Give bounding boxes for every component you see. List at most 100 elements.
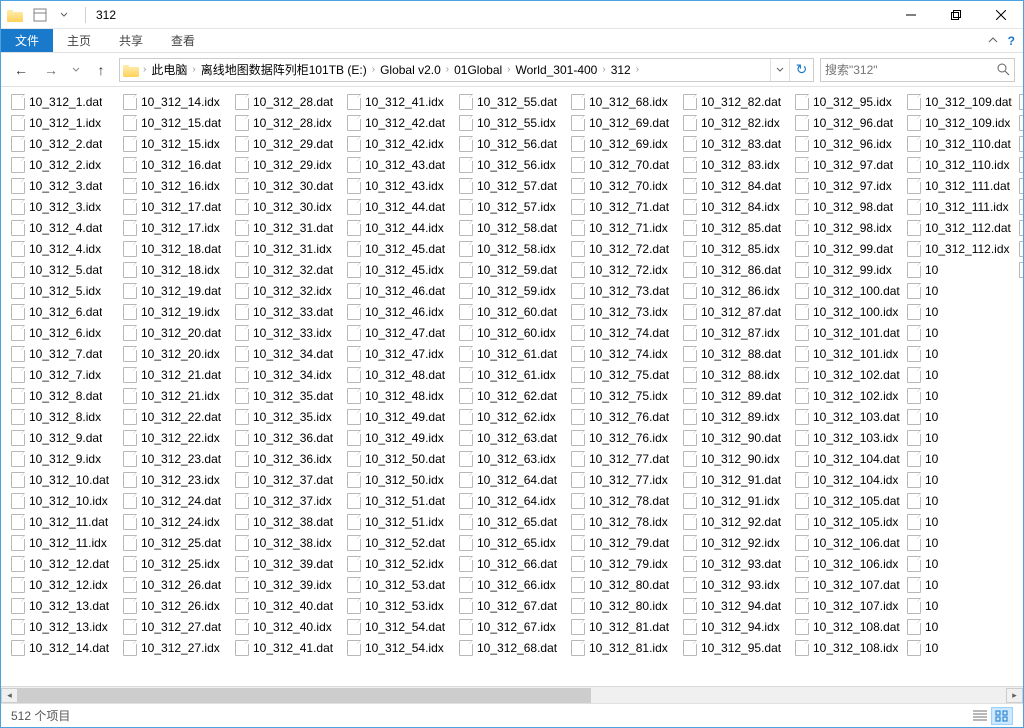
file-item[interactable]: 10_312_4.dat: [9, 217, 121, 238]
file-item[interactable]: 10_312_24.dat: [121, 490, 233, 511]
file-item[interactable]: 10_312_98.dat: [793, 196, 905, 217]
file-item[interactable]: 10: [905, 511, 1017, 532]
file-item[interactable]: 10_312_56.idx: [457, 154, 569, 175]
file-item[interactable]: 10_312_67.dat: [457, 595, 569, 616]
file-item[interactable]: 10_312_85.idx: [681, 238, 793, 259]
close-button[interactable]: [978, 1, 1023, 29]
file-item[interactable]: 10_312_82.idx: [681, 112, 793, 133]
file-item[interactable]: 10_312_51.dat: [345, 490, 457, 511]
file-item[interactable]: 10_312_21.dat: [121, 364, 233, 385]
search-input[interactable]: [825, 63, 997, 77]
file-item[interactable]: 10_312_19.dat: [121, 280, 233, 301]
file-item[interactable]: 10_312_2.idx: [9, 154, 121, 175]
file-item[interactable]: 10: [1017, 217, 1023, 238]
file-item[interactable]: 10_312_6.idx: [9, 322, 121, 343]
file-item[interactable]: 10_312_92.dat: [681, 511, 793, 532]
file-item[interactable]: 10_312_16.dat: [121, 154, 233, 175]
file-item[interactable]: 10_312_66.idx: [457, 574, 569, 595]
file-item[interactable]: 10_312_29.idx: [233, 154, 345, 175]
file-item[interactable]: 10_312_102.idx: [793, 385, 905, 406]
file-item[interactable]: 10_312_71.idx: [569, 217, 681, 238]
file-item[interactable]: 10_312_18.idx: [121, 259, 233, 280]
search-box[interactable]: [820, 58, 1015, 82]
file-item[interactable]: 10_312_20.idx: [121, 343, 233, 364]
file-item[interactable]: 10_312_1.dat: [9, 91, 121, 112]
file-item[interactable]: 10: [905, 322, 1017, 343]
file-item[interactable]: 10_312_30.idx: [233, 196, 345, 217]
file-item[interactable]: 10_312_81.dat: [569, 616, 681, 637]
file-item[interactable]: 10_312_43.idx: [345, 175, 457, 196]
file-item[interactable]: 10_312_40.dat: [233, 595, 345, 616]
file-item[interactable]: 10: [905, 616, 1017, 637]
file-item[interactable]: 10_312_104.idx: [793, 469, 905, 490]
file-item[interactable]: 10_312_103.dat: [793, 406, 905, 427]
file-item[interactable]: 10_312_80.dat: [569, 574, 681, 595]
file-item[interactable]: 10_312_100.dat: [793, 280, 905, 301]
file-item[interactable]: 10: [905, 595, 1017, 616]
file-item[interactable]: 10: [1017, 133, 1023, 154]
file-item[interactable]: 10_312_25.dat: [121, 532, 233, 553]
file-item[interactable]: 10_312_64.idx: [457, 490, 569, 511]
file-item[interactable]: 10: [905, 553, 1017, 574]
file-item[interactable]: 10_312_14.dat: [9, 637, 121, 658]
file-item[interactable]: 10_312_23.dat: [121, 448, 233, 469]
file-item[interactable]: 10_312_84.dat: [681, 175, 793, 196]
file-item[interactable]: 10_312_68.dat: [457, 637, 569, 658]
file-item[interactable]: 10_312_62.dat: [457, 385, 569, 406]
file-item[interactable]: 10_312_33.idx: [233, 322, 345, 343]
file-item[interactable]: 10_312_53.idx: [345, 595, 457, 616]
file-item[interactable]: 10_312_25.idx: [121, 553, 233, 574]
file-item[interactable]: 10_312_37.dat: [233, 469, 345, 490]
file-item[interactable]: 10_312_35.idx: [233, 406, 345, 427]
file-item[interactable]: 10_312_97.dat: [793, 154, 905, 175]
file-item[interactable]: 10_312_48.dat: [345, 364, 457, 385]
file-item[interactable]: 10_312_111.dat: [905, 175, 1017, 196]
file-item[interactable]: 10_312_69.idx: [569, 133, 681, 154]
file-item[interactable]: 10_312_49.dat: [345, 406, 457, 427]
file-item[interactable]: 10_312_59.dat: [457, 259, 569, 280]
file-item[interactable]: 10_312_55.idx: [457, 112, 569, 133]
file-item[interactable]: 10_312_10.dat: [9, 469, 121, 490]
file-item[interactable]: 10_312_87.dat: [681, 301, 793, 322]
file-item[interactable]: 10_312_47.idx: [345, 343, 457, 364]
file-item[interactable]: 10_312_13.dat: [9, 595, 121, 616]
file-item[interactable]: 10_312_15.dat: [121, 112, 233, 133]
file-item[interactable]: 10_312_15.idx: [121, 133, 233, 154]
file-item[interactable]: 10_312_69.dat: [569, 112, 681, 133]
file-item[interactable]: 10_312_100.idx: [793, 301, 905, 322]
file-item[interactable]: 10_312_60.idx: [457, 322, 569, 343]
file-item[interactable]: 10_312_29.dat: [233, 133, 345, 154]
file-item[interactable]: 10_312_10.idx: [9, 490, 121, 511]
file-item[interactable]: 10_312_92.idx: [681, 532, 793, 553]
file-item[interactable]: 10_312_75.idx: [569, 385, 681, 406]
file-item[interactable]: 10: [905, 448, 1017, 469]
breadcrumb-segment[interactable]: Global v2.0: [376, 63, 445, 77]
file-item[interactable]: 10_312_47.dat: [345, 322, 457, 343]
file-item[interactable]: 10_312_54.idx: [345, 637, 457, 658]
file-item[interactable]: 10_312_86.idx: [681, 280, 793, 301]
file-item[interactable]: 10_312_59.idx: [457, 280, 569, 301]
file-item[interactable]: 10_312_55.dat: [457, 91, 569, 112]
file-item[interactable]: 10_312_32.idx: [233, 280, 345, 301]
file-item[interactable]: 10: [905, 490, 1017, 511]
file-item[interactable]: 10_312_110.dat: [905, 133, 1017, 154]
file-item[interactable]: 10_312_52.dat: [345, 532, 457, 553]
file-item[interactable]: 10_312_51.idx: [345, 511, 457, 532]
file-item[interactable]: 10_312_26.dat: [121, 574, 233, 595]
file-item[interactable]: 10: [1017, 112, 1023, 133]
file-item[interactable]: 10_312_40.idx: [233, 616, 345, 637]
file-item[interactable]: 10_312_22.idx: [121, 427, 233, 448]
file-item[interactable]: 10_312_16.idx: [121, 175, 233, 196]
file-item[interactable]: 10_312_107.idx: [793, 595, 905, 616]
large-icons-view-button[interactable]: [991, 707, 1013, 725]
file-item[interactable]: 10_312_58.idx: [457, 238, 569, 259]
file-item[interactable]: 10_312_44.idx: [345, 217, 457, 238]
file-item[interactable]: 10_312_93.dat: [681, 553, 793, 574]
file-item[interactable]: 10_312_28.idx: [233, 112, 345, 133]
file-item[interactable]: 10_312_39.idx: [233, 574, 345, 595]
file-item[interactable]: 10_312_75.dat: [569, 364, 681, 385]
file-item[interactable]: 10_312_76.idx: [569, 427, 681, 448]
file-item[interactable]: 10_312_94.idx: [681, 616, 793, 637]
file-item[interactable]: 10_312_66.dat: [457, 553, 569, 574]
file-item[interactable]: 10_312_93.idx: [681, 574, 793, 595]
